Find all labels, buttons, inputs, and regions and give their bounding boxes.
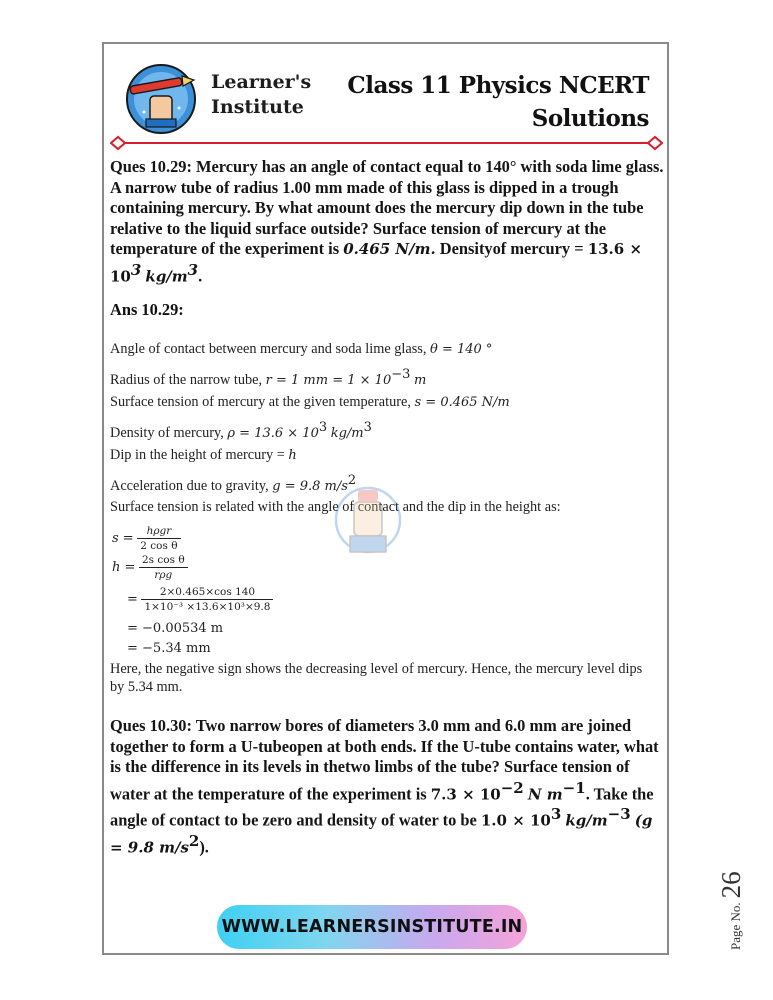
watermark-hand-icon: [334, 486, 402, 554]
density-unit-exp: 3: [187, 260, 199, 279]
st-label: Surface tension of mercury at the given …: [110, 394, 411, 410]
answer-line-density: Density of mercury, ρ = 13.6 × 103 kg/m3: [110, 420, 372, 442]
density-label: Densityof mercury =: [439, 239, 584, 258]
angle-math: θ = 140 °: [430, 342, 493, 357]
s-fraction: hρgr 2 cos θ: [137, 525, 181, 552]
page-number: Page No. 26: [716, 871, 747, 950]
page-number-value: 26: [716, 871, 746, 899]
page-number-label: Page No.: [728, 902, 743, 950]
h-denominator: rρg: [154, 569, 173, 581]
st-unit-exp: −1: [562, 778, 586, 797]
g-label: Acceleration due to gravity,: [110, 477, 269, 494]
equation-result-2: = −5.34 mm: [127, 640, 211, 657]
answer-line-surface-tension: Surface tension of mercury at the given …: [110, 394, 510, 411]
brand-line-2: Institute: [211, 96, 304, 118]
density-exp: 3: [550, 805, 562, 824]
radius-label: Radius of the narrow tube,: [110, 371, 263, 388]
answer-conclusion: Here, the negative sign shows the decrea…: [110, 661, 643, 695]
sub-numerator: 2×0.465×cos 140: [141, 586, 274, 600]
st-exp: −2: [500, 778, 524, 797]
title-line-1: Class 11 Physics NCERT: [347, 72, 649, 99]
st-unit: N m: [527, 784, 563, 803]
density-math: ρ = 13.6 × 10: [227, 425, 319, 441]
dip-label: Dip in the height of mercury =: [110, 447, 285, 463]
equation-substitution: = 2×0.465×cos 140 1×10⁻³ ×13.6×10³×9.8: [127, 586, 274, 613]
sub-denominator: 1×10⁻³ ×13.6×10³×9.8: [144, 601, 271, 613]
header-divider: [110, 135, 663, 151]
radius-unit: m: [413, 372, 427, 388]
radius-exp: −3: [391, 367, 411, 382]
surface-tension-value: 0.465 N/m.: [343, 240, 436, 258]
equation-result-1: = −0.00534 m: [127, 620, 223, 637]
question-10-30: Ques 10.30: Two narrow bores of diameter…: [110, 716, 665, 858]
result-2: = −5.34 mm: [127, 641, 211, 656]
h-fraction: 2s cos θ rρg: [138, 554, 188, 581]
radius-math: r = 1 mm = 1 × 10: [265, 372, 392, 388]
h-lhs: h =: [112, 559, 136, 575]
website-link[interactable]: WWW.LEARNERSINSTITUTE.IN: [217, 905, 527, 949]
density-exp: 3: [318, 420, 328, 435]
page-title: Class 11 Physics NCERT Solutions: [347, 69, 649, 135]
gravity-exp: 2: [188, 832, 200, 851]
s-lhs: s =: [112, 530, 134, 546]
density-unit: kg/m: [145, 266, 188, 285]
answer-line-radius: Radius of the narrow tube, r = 1 mm = 1 …: [110, 367, 426, 389]
s-numerator: hρgr: [137, 525, 181, 539]
density-label: Density of mercury,: [110, 424, 224, 441]
st-math: 7.3 × 10: [430, 784, 501, 803]
title-line-2: Solutions: [531, 105, 650, 132]
answer-line-angle: Angle of contact between mercury and sod…: [110, 341, 492, 358]
density-unit-exp: 3: [363, 420, 372, 435]
density-exp: 3: [130, 260, 142, 279]
st-math: s = 0.465 N/m: [414, 395, 510, 410]
question-end: .: [198, 265, 203, 285]
density-unit: kg/m: [565, 811, 608, 830]
equation-h: h = 2s cos θ rρg: [112, 554, 188, 581]
question-end: ).: [199, 837, 209, 857]
substitution-fraction: 2×0.465×cos 140 1×10⁻³ ×13.6×10³×9.8: [141, 586, 274, 613]
brand-line-1: Learner's: [211, 71, 312, 93]
density-unit-exp: −3: [607, 805, 631, 824]
angle-label: Angle of contact between mercury and sod…: [110, 341, 427, 357]
question-10-29: Ques 10.29: Mercury has an angle of cont…: [110, 157, 665, 286]
h-numerator: 2s cos θ: [138, 554, 188, 568]
density-unit: kg/m: [330, 425, 364, 441]
eq-sign: =: [127, 591, 138, 607]
s-denominator: 2 cos θ: [140, 540, 178, 552]
equation-s: s = hρgr 2 cos θ: [112, 525, 181, 552]
logo-pen-hand-icon: [126, 64, 196, 134]
result-1: = −0.00534 m: [127, 621, 224, 636]
density-math: 1.0 × 10: [480, 811, 551, 830]
brand-name: Learner's Institute: [211, 70, 311, 120]
dip-var: h: [288, 448, 297, 463]
answer-heading: Ans 10.29:: [110, 300, 184, 319]
answer-line-gravity: Acceleration due to gravity, g = 9.8 m/s…: [110, 473, 356, 495]
answer-line-dip: Dip in the height of mercury = h: [110, 447, 297, 464]
